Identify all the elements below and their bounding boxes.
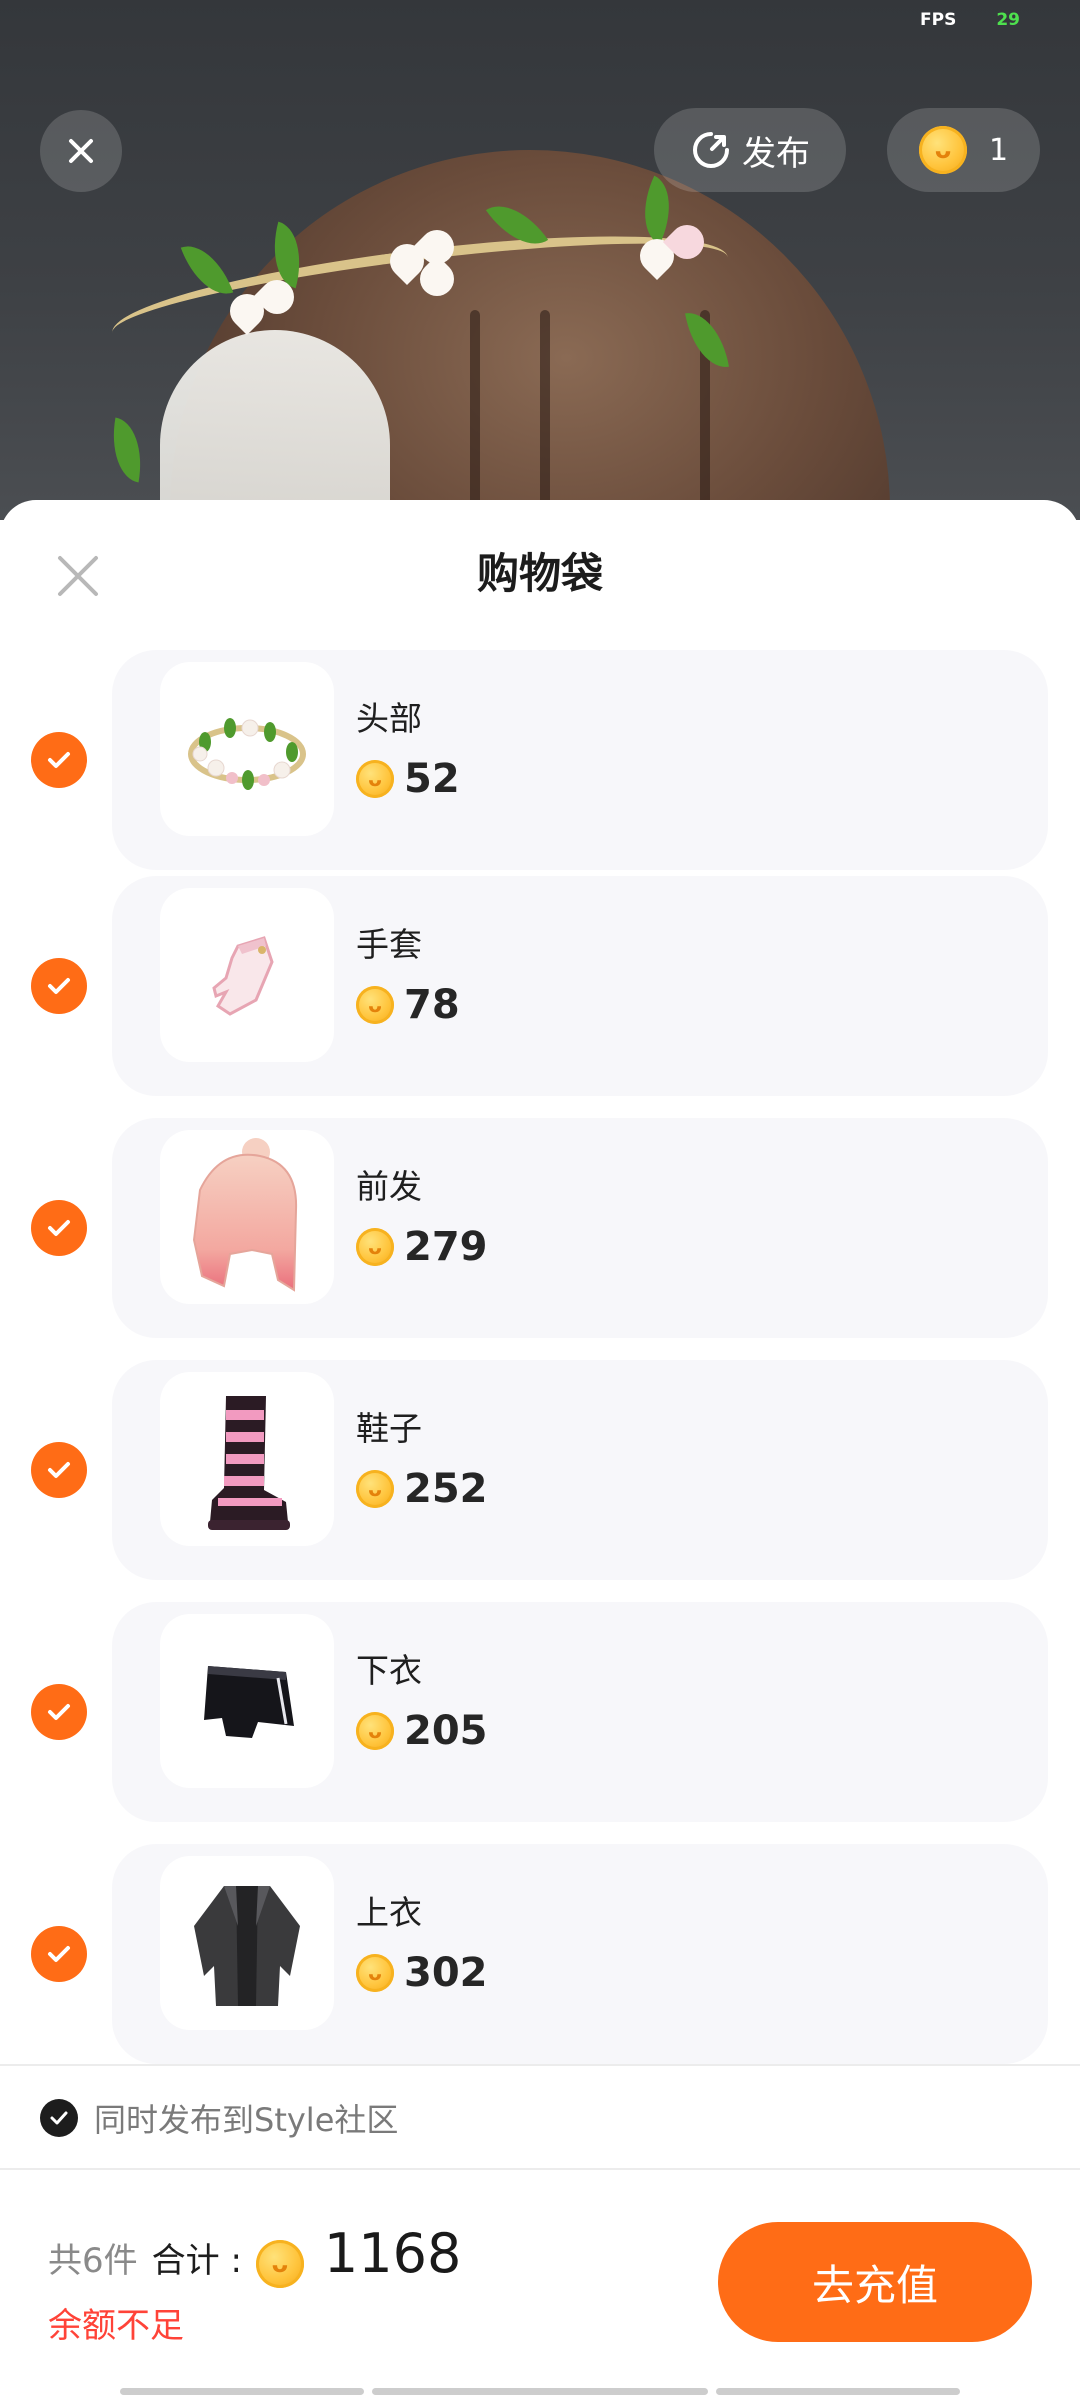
bunny-coin-icon: ᴗ — [356, 760, 394, 798]
front-hair-icon — [192, 1138, 298, 1292]
item-price: ᴗ 205 — [356, 1708, 488, 1754]
item-thumbnail — [160, 888, 334, 1062]
divider — [0, 2168, 1080, 2170]
item-price-value: 205 — [404, 1708, 488, 1754]
item-price-value: 302 — [404, 1950, 488, 1996]
check-icon — [48, 1220, 70, 1236]
item-checkbox[interactable] — [31, 732, 87, 788]
item-price-value: 279 — [404, 1224, 488, 1270]
bunny-coin-icon: ᴗ — [255, 2240, 304, 2288]
item-thumbnail — [160, 662, 334, 836]
home-indicator — [120, 2388, 364, 2395]
item-price-value: 78 — [404, 982, 460, 1028]
item-thumbnail — [160, 1130, 334, 1304]
item-price: ᴗ 78 — [356, 982, 460, 1028]
item-name: 手套 — [356, 925, 422, 964]
check-icon — [48, 1462, 70, 1478]
item-checkbox[interactable] — [31, 1684, 87, 1740]
bunny-coin-icon: ᴗ — [356, 986, 394, 1024]
cart-item[interactable]: 下衣 ᴗ 205 — [0, 1602, 1080, 1822]
item-card[interactable]: 前发 ᴗ 279 — [112, 1118, 1048, 1338]
bunny-coin-icon: ᴗ — [356, 1228, 394, 1266]
item-card[interactable]: 上衣 ᴗ 302 — [112, 1844, 1048, 2064]
home-indicator — [716, 2388, 960, 2395]
item-name: 头部 — [356, 699, 422, 738]
check-icon — [48, 1704, 70, 1720]
cart-item[interactable]: 前发 ᴗ 279 — [0, 1118, 1080, 1338]
item-checkbox[interactable] — [31, 1442, 87, 1498]
divider — [0, 2064, 1080, 2066]
bunny-coin-icon: ᴗ — [356, 1470, 394, 1508]
cart-item[interactable]: 头部 ᴗ 52 — [0, 650, 1080, 870]
glove-icon — [212, 936, 274, 1016]
item-checkbox[interactable] — [31, 958, 87, 1014]
check-icon — [50, 2111, 68, 2125]
skirt-icon — [204, 1666, 294, 1738]
item-card[interactable]: 手套 ᴗ 78 — [112, 876, 1048, 1096]
item-card[interactable]: 下衣 ᴗ 205 — [112, 1602, 1048, 1822]
insufficient-balance-warning: 余额不足 — [48, 2306, 184, 2346]
item-count: 共6件 — [48, 2241, 138, 2281]
bunny-coin-icon: ᴗ — [356, 1712, 394, 1750]
community-label: 同时发布到Style社区 — [94, 2101, 399, 2139]
item-price: ᴗ 302 — [356, 1950, 488, 1996]
item-price: ᴗ 52 — [356, 756, 460, 802]
item-price-value: 252 — [404, 1466, 488, 1512]
item-card[interactable]: 头部 ᴗ 52 — [112, 650, 1048, 870]
home-indicator — [372, 2388, 708, 2395]
community-toggle[interactable]: 同时发布到Style社区 — [40, 2095, 398, 2141]
checkbox-checked-icon[interactable] — [40, 2099, 78, 2137]
total-value: 1168 — [323, 2222, 462, 2285]
item-name: 上衣 — [356, 1893, 422, 1932]
item-name: 前发 — [356, 1167, 422, 1206]
jacket-icon — [194, 1886, 300, 2006]
recharge-button[interactable]: 去充值 — [718, 2222, 1032, 2342]
item-name: 下衣 — [356, 1651, 422, 1690]
item-thumbnail — [160, 1614, 334, 1788]
cart-item[interactable]: 上衣 ᴗ 302 — [0, 1844, 1080, 2064]
total-label: 合计 : — [151, 2241, 242, 2281]
item-checkbox[interactable] — [31, 1200, 87, 1256]
order-summary: 共6件 合计 : ᴗ 1168 — [48, 2222, 461, 2288]
cart-item[interactable]: 手套 ᴗ 78 — [0, 876, 1080, 1096]
item-card[interactable]: 鞋子 ᴗ 252 — [112, 1360, 1048, 1580]
flower-crown-icon — [188, 718, 306, 790]
item-name: 鞋子 — [356, 1409, 422, 1448]
item-price: ᴗ 279 — [356, 1224, 488, 1270]
item-thumbnail — [160, 1372, 334, 1546]
bunny-coin-icon: ᴗ — [356, 1954, 394, 1992]
item-checkbox[interactable] — [31, 1926, 87, 1982]
item-thumbnail — [160, 1856, 334, 2030]
boots-icon — [208, 1396, 290, 1530]
cart-item[interactable]: 鞋子 ᴗ 252 — [0, 1360, 1080, 1580]
item-price-value: 52 — [404, 756, 460, 802]
check-icon — [48, 752, 70, 768]
check-icon — [48, 978, 70, 994]
cart-item-list[interactable]: 头部 ᴗ 52 手套 ᴗ 78 前发 ᴗ 279 鞋子 ᴗ 252 下衣 ᴗ 2… — [0, 0, 1080, 2064]
item-price: ᴗ 252 — [356, 1466, 488, 1512]
check-icon — [48, 1946, 70, 1962]
